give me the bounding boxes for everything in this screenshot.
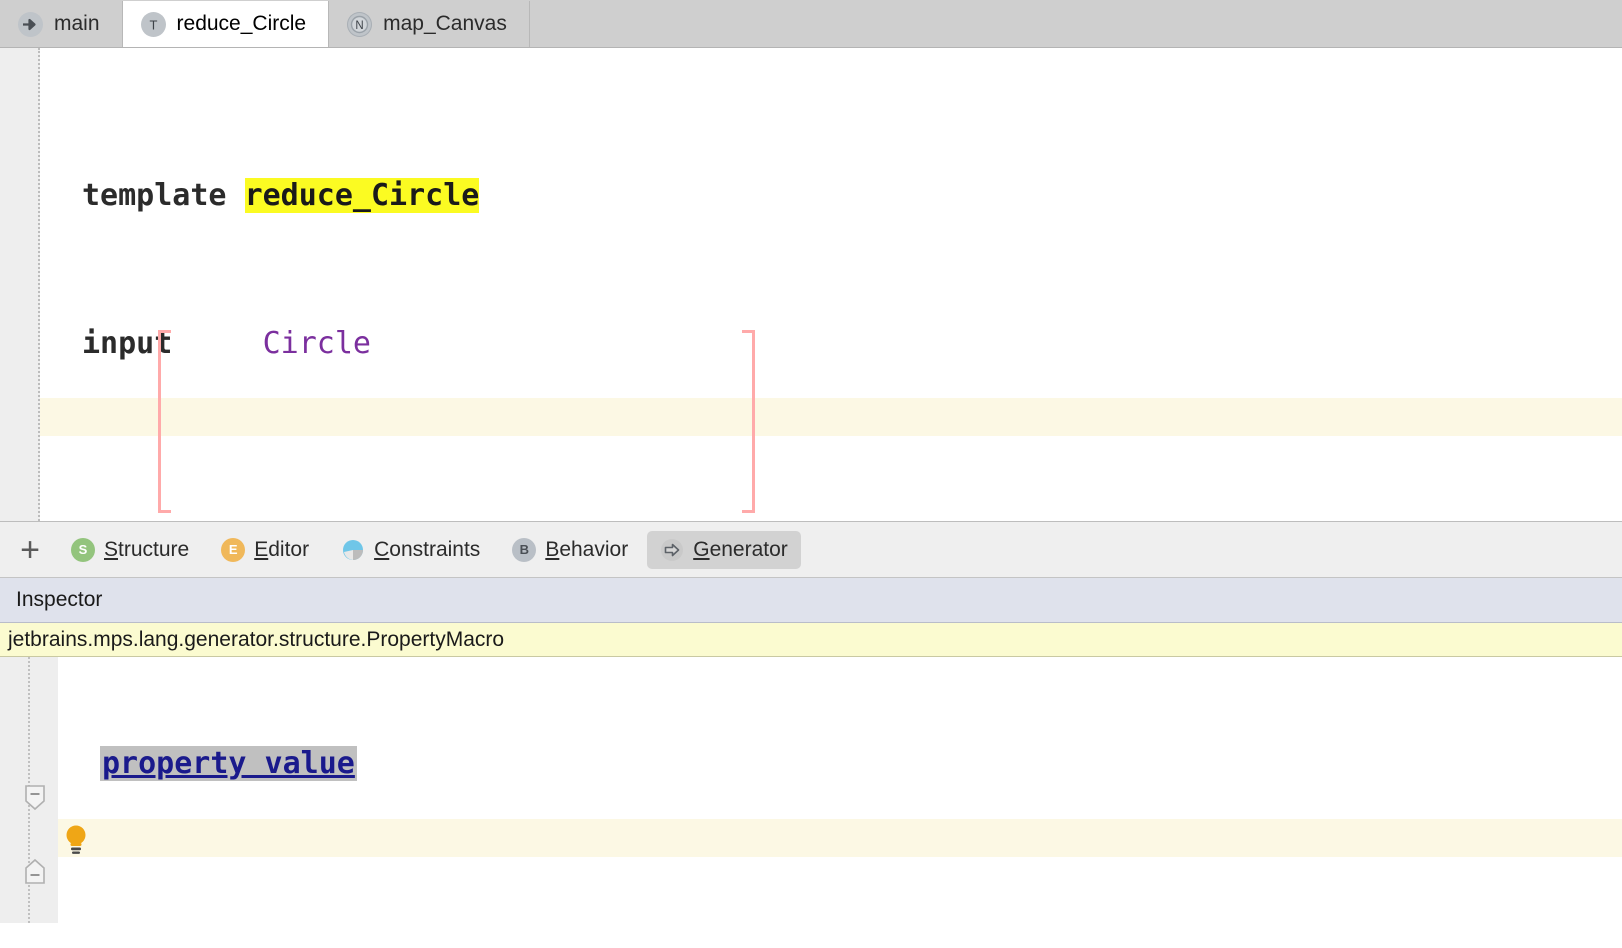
inspector-title: Inspector xyxy=(16,588,102,612)
aspect-label-constraints: Constraints xyxy=(374,538,480,562)
inspector-gutter xyxy=(0,657,58,923)
generator-arrow-icon xyxy=(18,12,43,37)
behavior-icon: B xyxy=(512,538,536,562)
keyword-template: template xyxy=(82,178,227,213)
tab-bar-empty-area xyxy=(530,1,1622,47)
aspect-mnemonic: E xyxy=(254,538,268,561)
template-fragment-bracket-right xyxy=(742,330,755,513)
aspect-tab-strip: + S Structure E Editor Constraints B Beh… xyxy=(0,522,1622,578)
line-blank-1 xyxy=(82,473,1622,510)
tab-label: map_Canvas xyxy=(383,12,507,36)
aspect-rest: enerator xyxy=(710,538,788,561)
aspect-mnemonic: B xyxy=(545,538,559,561)
code-fold-collapse-icon[interactable] xyxy=(22,784,48,810)
aspect-tab-generator[interactable]: Generator xyxy=(647,531,801,569)
aspect-tab-behavior[interactable]: B Behavior xyxy=(499,531,641,569)
generator-icon xyxy=(660,538,684,562)
structure-icon: S xyxy=(71,538,95,562)
line-template-decl: template reduce_Circle xyxy=(82,177,1622,214)
code-fold-end-icon[interactable] xyxy=(22,857,48,883)
aspect-mnemonic: S xyxy=(104,538,118,561)
editor-gutter xyxy=(0,48,40,521)
aspect-tab-structure[interactable]: S Structure xyxy=(58,531,202,569)
inspector-code-block: property value comment : <none> value :(… xyxy=(58,657,1622,923)
spacer xyxy=(172,326,262,361)
add-aspect-button[interactable]: + xyxy=(10,530,50,570)
editor-content[interactable]: template reduce_Circle input Circle para… xyxy=(40,48,1622,521)
svg-text:T: T xyxy=(149,17,157,32)
template-name[interactable]: reduce_Circle xyxy=(245,178,480,213)
constraints-icon xyxy=(341,538,365,562)
template-t-icon: T xyxy=(141,12,166,37)
aspect-rest: tructure xyxy=(118,538,189,561)
node-type-label: jetbrains.mps.lang.generator.structure.P… xyxy=(8,628,504,652)
aspect-tab-editor[interactable]: E Editor xyxy=(208,531,322,569)
template-fragment-bracket-left xyxy=(158,330,171,513)
inspector-content[interactable]: property value comment : <none> value :(… xyxy=(0,657,1622,923)
svg-text:N: N xyxy=(355,20,363,32)
inspector-code-editor[interactable]: property value comment : <none> value :(… xyxy=(58,657,1622,923)
aspect-rest: onstraints xyxy=(389,538,480,561)
tab-label: main xyxy=(54,12,100,36)
line-property-value: property value xyxy=(100,745,1622,782)
aspect-label-editor: Editor xyxy=(254,538,309,562)
template-editor[interactable]: template reduce_Circle input Circle para… xyxy=(0,48,1622,522)
editor-icon: E xyxy=(221,538,245,562)
line-blank-i1 xyxy=(100,856,1622,893)
aspect-rest: ehavior xyxy=(559,538,628,561)
tab-label: reduce_Circle xyxy=(177,12,307,36)
tab-main[interactable]: main xyxy=(0,1,122,47)
aspect-mnemonic: G xyxy=(693,538,709,561)
aspect-label-structure: Structure xyxy=(104,538,189,562)
line-input-decl: input Circle xyxy=(82,325,1622,362)
property-value-label[interactable]: property value xyxy=(100,746,357,781)
inspector-node-type-bar: jetbrains.mps.lang.generator.structure.P… xyxy=(0,623,1622,657)
aspect-label-generator: Generator xyxy=(693,538,788,562)
input-concept-value[interactable]: Circle xyxy=(263,326,371,361)
spacer xyxy=(227,178,245,213)
tab-reduce-circle[interactable]: T reduce_Circle xyxy=(123,1,329,47)
node-n-icon: N xyxy=(347,12,372,37)
editor-code-block: template reduce_Circle input Circle para… xyxy=(40,48,1622,521)
editor-tab-bar: main T reduce_Circle N map_Canvas xyxy=(0,0,1622,48)
tab-map-canvas[interactable]: N map_Canvas xyxy=(329,1,529,47)
intention-bulb-icon[interactable] xyxy=(62,823,88,853)
aspect-tab-constraints[interactable]: Constraints xyxy=(328,531,493,569)
aspect-mnemonic: C xyxy=(374,538,389,561)
aspect-rest: ditor xyxy=(268,538,309,561)
aspect-label-behavior: Behavior xyxy=(545,538,628,562)
inspector-title-bar: Inspector xyxy=(0,578,1622,623)
